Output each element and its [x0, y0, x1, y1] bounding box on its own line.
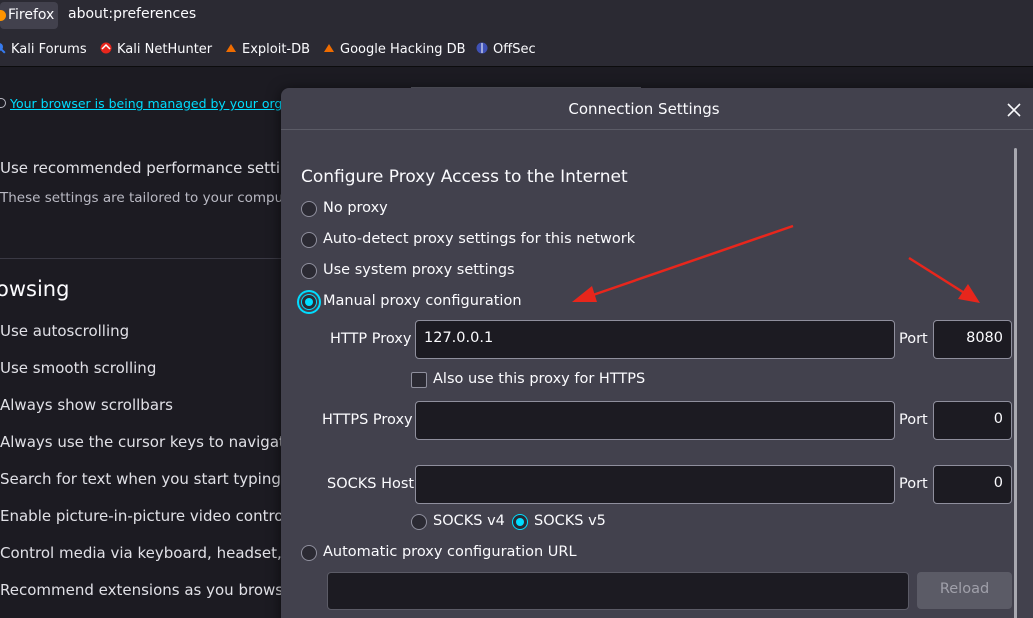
- https-proxy-label: HTTPS Proxy: [322, 412, 413, 428]
- managed-policy-link[interactable]: Your browser is being managed by your or…: [10, 96, 290, 111]
- pref-smooth-scrolling[interactable]: Use smooth scrolling: [0, 359, 156, 377]
- dialog-title: Connection Settings: [568, 100, 720, 118]
- http-port-input[interactable]: 8080: [933, 320, 1012, 359]
- bookmark-label: OffSec: [493, 42, 536, 57]
- pref-picture-in-picture[interactable]: Enable picture-in-picture video controls: [0, 507, 295, 525]
- info-icon: [0, 98, 6, 108]
- bookmark-label: Exploit-DB: [242, 42, 311, 57]
- system-proxy-radio[interactable]: [301, 263, 317, 279]
- offsec-icon: [476, 42, 488, 54]
- socks-v4-label: SOCKS v4: [433, 513, 505, 529]
- bookmark-google-hacking-db[interactable]: Google Hacking DB: [323, 42, 466, 57]
- kali-nethunter-icon: [100, 42, 112, 54]
- performance-checkbox-label[interactable]: Use recommended performance setting: [0, 159, 299, 177]
- also-https-label: Also use this proxy for HTTPS: [433, 371, 646, 387]
- performance-description: These settings are tailored to your comp…: [0, 190, 303, 206]
- no-proxy-radio[interactable]: [301, 201, 317, 217]
- browsing-heading: owsing: [0, 277, 70, 301]
- exploit-db-icon: [226, 44, 236, 52]
- auto-config-url-radio[interactable]: [301, 545, 317, 561]
- bookmark-label: Google Hacking DB: [340, 42, 466, 57]
- bookmark-kali-nethunter[interactable]: Kali NetHunter: [100, 42, 212, 57]
- system-proxy-label: Use system proxy settings: [323, 262, 515, 278]
- dialog-header: Connection Settings: [281, 88, 1033, 130]
- bookmark-label: Kali NetHunter: [117, 42, 213, 57]
- proxy-heading: Configure Proxy Access to the Internet: [301, 167, 628, 187]
- bookmark-kali-forums[interactable]: Kali Forums: [0, 42, 87, 57]
- dialog-scrollbar[interactable]: [1014, 148, 1017, 618]
- pref-autoscrolling[interactable]: Use autoscrolling: [0, 322, 129, 340]
- url-bar: Firefox about:preferences: [0, 0, 1033, 31]
- close-icon[interactable]: [1003, 99, 1025, 121]
- kali-forums-icon: [0, 43, 6, 54]
- https-proxy-input[interactable]: [415, 401, 895, 440]
- pref-search-typing[interactable]: Search for text when you start typing: [0, 470, 281, 488]
- pref-recommend-extensions[interactable]: Recommend extensions as you browse: [0, 581, 292, 599]
- auto-detect-radio[interactable]: [301, 232, 317, 248]
- socks-v5-label: SOCKS v5: [534, 513, 606, 529]
- firefox-icon: [0, 10, 6, 21]
- bookmark-label: Kali Forums: [11, 42, 87, 57]
- auto-config-url-input[interactable]: [327, 572, 909, 610]
- socks-host-input[interactable]: [415, 465, 895, 504]
- pref-show-scrollbars[interactable]: Always show scrollbars: [0, 396, 173, 414]
- auto-detect-label: Auto-detect proxy settings for this netw…: [323, 231, 636, 247]
- socks-port-input[interactable]: 0: [933, 465, 1012, 504]
- identity-label: Firefox: [8, 7, 55, 23]
- connection-settings-dialog: Connection Settings Configure Proxy Acce…: [281, 88, 1033, 618]
- https-port-input[interactable]: 0: [933, 401, 1012, 440]
- google-hacking-db-icon: [324, 44, 334, 52]
- section-divider: [0, 258, 300, 259]
- http-proxy-label: HTTP Proxy: [330, 331, 412, 347]
- bookmark-exploit-db[interactable]: Exploit-DB: [225, 42, 310, 57]
- pref-media-control[interactable]: Control media via keyboard, headset, or: [0, 544, 302, 562]
- https-port-label: Port: [899, 412, 928, 428]
- http-port-label: Port: [899, 331, 928, 347]
- bookmarks-toolbar: Kali Forums Kali NetHunter Exploit-DB Go…: [0, 31, 1033, 67]
- pref-cursor-keys[interactable]: Always use the cursor keys to navigate w: [0, 433, 311, 451]
- socks-port-label: Port: [899, 476, 928, 492]
- manual-proxy-label: Manual proxy configuration: [323, 293, 522, 309]
- bookmark-offsec[interactable]: OffSec: [476, 42, 536, 57]
- url-input[interactable]: about:preferences: [68, 6, 196, 22]
- firefox-identity-button[interactable]: Firefox: [0, 2, 58, 29]
- socks-v5-radio[interactable]: [512, 514, 528, 530]
- http-proxy-input[interactable]: 127.0.0.1: [415, 320, 895, 359]
- socks-v4-radio[interactable]: [411, 514, 427, 530]
- no-proxy-label: No proxy: [323, 200, 388, 216]
- auto-config-url-label: Automatic proxy configuration URL: [323, 544, 577, 560]
- socks-host-label: SOCKS Host: [327, 476, 415, 492]
- manual-proxy-radio[interactable]: [301, 294, 317, 310]
- reload-button[interactable]: Reload: [917, 572, 1012, 609]
- also-https-checkbox[interactable]: [411, 372, 427, 388]
